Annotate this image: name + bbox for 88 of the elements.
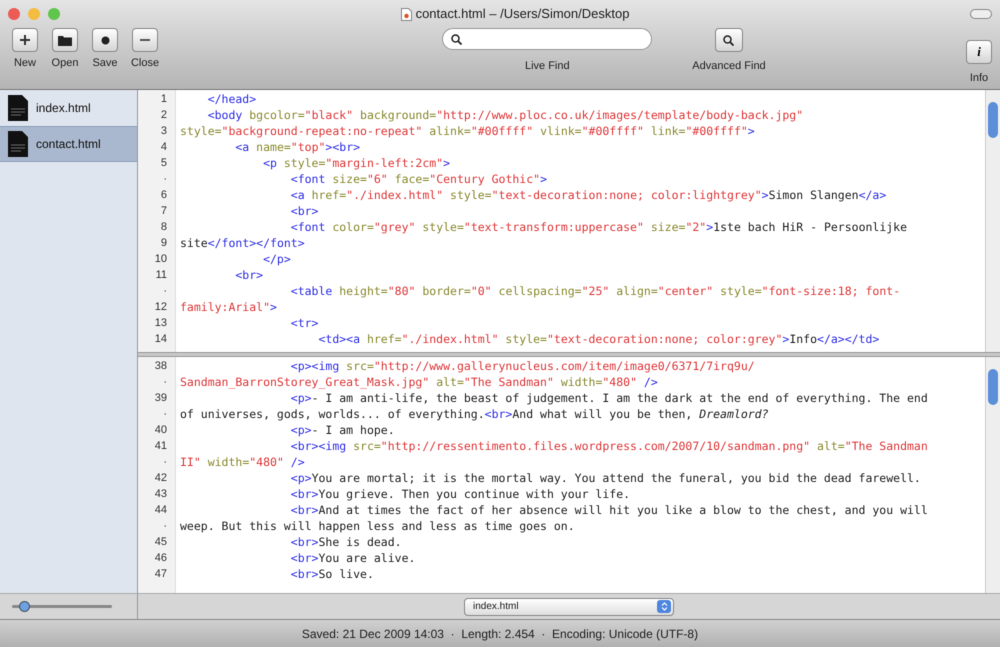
line-number: · bbox=[162, 172, 168, 187]
live-find-label: Live Find bbox=[524, 59, 570, 74]
line-number: 10 bbox=[154, 252, 168, 267]
document-popup[interactable]: index.html bbox=[464, 598, 674, 616]
stepper-arrows-icon bbox=[660, 602, 668, 611]
toolbar-button[interactable]: New bbox=[8, 28, 42, 72]
line-number: 14 bbox=[154, 332, 168, 347]
code-line: <font size="6" face="Century Gothic"> bbox=[290, 171, 548, 187]
code-line: <td><a href="./index.html" style="text-decoration:none; color:grey">Info</a></td> bbox=[317, 331, 880, 347]
window-title: contact.html – /Users/Simon/Desktop bbox=[416, 5, 630, 24]
code-line: <br>You grieve. Then you continue with your life. bbox=[290, 486, 632, 502]
code-line: </head> bbox=[206, 91, 258, 107]
toolbar-button[interactable]: Save bbox=[88, 28, 122, 72]
code-line: weep. But this will happen less and less as time goes on. bbox=[180, 518, 576, 534]
code-line: <font color="grey" style="text-transform:uppercase" size="2">1ste bach HiR - Persoonlijke bbox=[290, 219, 908, 235]
line-number: · bbox=[162, 284, 168, 299]
code-line: <br>So live. bbox=[290, 566, 375, 582]
code-line: <p>- I am anti-life, the beast of judgement. I am the dark at the end of everything. The end bbox=[290, 390, 929, 406]
line-number: 2 bbox=[160, 108, 168, 123]
code-line: site</font></font> bbox=[180, 235, 306, 251]
code-line: <br><img src="http://ressentimento.files.wordpress.com/2007/10/sandman.png" alt="The Sandman bbox=[290, 438, 929, 454]
code-line: II" width="480" /> bbox=[180, 454, 306, 470]
info-button[interactable]: i Info bbox=[966, 28, 992, 86]
line-number: · bbox=[162, 375, 168, 390]
line-number: 46 bbox=[154, 551, 168, 566]
line-number: 42 bbox=[154, 471, 168, 486]
line-number: 3 bbox=[160, 124, 168, 139]
toolbar-button[interactable]: Open bbox=[48, 28, 82, 72]
line-number: 4 bbox=[160, 140, 168, 155]
code-line: <a name="top"><br> bbox=[234, 139, 362, 155]
line-number: 41 bbox=[154, 439, 168, 454]
line-number: 40 bbox=[154, 423, 168, 438]
code-line: <p>You are mortal; it is the mortal way. You attend the funeral, you bid the dead farewell. bbox=[290, 470, 922, 486]
code-line: style="background-repeat:no-repeat" alink="#00ffff" vlink="#00ffff" link="#00ffff"> bbox=[180, 123, 756, 139]
scroll-bar[interactable] bbox=[985, 357, 1000, 593]
search-field[interactable] bbox=[442, 28, 652, 50]
code-line: <br>And at times the fact of her absence will hit you like a blow to the chest, and you will bbox=[290, 502, 929, 518]
line-number: 11 bbox=[154, 268, 168, 283]
plus-icon bbox=[19, 34, 31, 46]
line-number: 39 bbox=[154, 391, 168, 406]
code-line: <p>- I am hope. bbox=[290, 422, 396, 438]
code-line: <p><img src="http://www.gallerynucleus.com/item/image0/6371/7irq9u/ bbox=[290, 358, 756, 374]
code-line: <br>She is dead. bbox=[290, 534, 403, 550]
line-number: 47 bbox=[154, 567, 168, 582]
code-line: </p> bbox=[262, 251, 292, 267]
folder-icon bbox=[58, 34, 72, 46]
code-line: <body bgcolor="black" background="http://www.ploc.co.uk/images/template/body-back.jpg" bbox=[206, 107, 804, 123]
code-line: <tr> bbox=[290, 315, 320, 331]
close-window-button[interactable] bbox=[8, 8, 20, 20]
status-text: Saved: 21 Dec 2009 14:03 · Length: 2.454 · Encoding: Unicode (UTF-8) bbox=[302, 626, 698, 642]
code-line: <a href="./index.html" style="text-decoration:none; color:lightgrey">Simon Slangen</a> bbox=[290, 187, 888, 203]
search-icon bbox=[723, 34, 734, 46]
line-number: 43 bbox=[154, 487, 168, 502]
line-number: 38 bbox=[154, 359, 168, 374]
code-line: <br> bbox=[290, 203, 320, 219]
code-line: <table height="80" border="0" cellspacing="25" align="center" style="font-size:18; font- bbox=[290, 283, 902, 299]
line-number: 12 bbox=[154, 300, 168, 315]
line-number: 5 bbox=[160, 156, 168, 171]
line-number: · bbox=[162, 407, 168, 422]
dot-icon bbox=[100, 36, 110, 44]
line-number: 44 bbox=[154, 503, 168, 518]
minus-icon bbox=[139, 38, 151, 42]
line-number: 7 bbox=[160, 204, 168, 219]
document-icon bbox=[400, 8, 412, 20]
scroll-bar[interactable] bbox=[985, 90, 1000, 352]
toolbar-button[interactable]: Close bbox=[128, 28, 162, 72]
line-number: · bbox=[162, 519, 168, 534]
code-line: of universes, gods, worlds... of everything.<br>And what will you be then, Dreamlord? bbox=[180, 406, 770, 422]
code-line: Sandman_BarronStorey_Great_Mask.jpg" alt="The Sandman" width="480" /> bbox=[180, 374, 659, 390]
document-icon bbox=[8, 95, 28, 121]
document-icon bbox=[8, 131, 28, 157]
line-number: 8 bbox=[160, 220, 168, 235]
line-number: 45 bbox=[154, 535, 168, 550]
file-item[interactable]: contact.html bbox=[0, 126, 137, 162]
search-icon bbox=[451, 34, 462, 44]
line-number: 9 bbox=[160, 236, 168, 251]
code-line: <p style="margin-left:2cm"> bbox=[262, 155, 452, 171]
code-line: <br> bbox=[234, 267, 264, 283]
line-number: · bbox=[162, 455, 168, 470]
code-line: family:Arial"> bbox=[180, 299, 278, 315]
file-item[interactable]: index.html bbox=[0, 90, 137, 126]
line-number: 1 bbox=[160, 92, 168, 107]
line-number: 13 bbox=[154, 316, 168, 331]
zoom-window-button[interactable] bbox=[48, 8, 60, 20]
code-line: <br>You are alive. bbox=[290, 550, 416, 566]
toolbar-toggle-button[interactable] bbox=[970, 9, 992, 19]
line-number: 6 bbox=[160, 188, 168, 203]
advanced-find-button[interactable]: Advanced Find bbox=[692, 28, 766, 74]
